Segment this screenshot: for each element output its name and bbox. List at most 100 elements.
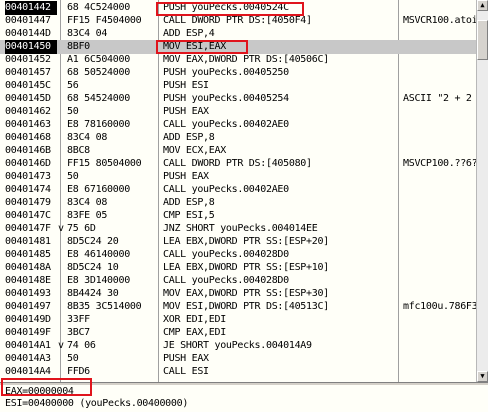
- jump-arrow: [58, 235, 67, 249]
- row-address: 0040149F: [5, 327, 51, 338]
- disasm-row[interactable]: 00401462 50 PUSH EAX: [0, 105, 476, 119]
- row-address: 00401481: [5, 236, 51, 247]
- row-address: 004014A3: [5, 353, 51, 364]
- jump-arrow: [58, 352, 67, 366]
- disasm-row[interactable]: 0040147F v 75 6D JNZ SHORT youPecks.004014E…: [0, 222, 476, 236]
- disasm-row[interactable]: 00401493 8B4424 30 MOV EAX,DWORD PTR SS:[E…: [0, 287, 476, 301]
- row-address: 00401493: [5, 288, 51, 299]
- disasm-row[interactable]: 00401497 8B35 3C514000 MOV ESI,DWORD PTR D…: [0, 300, 476, 314]
- row-comment: [403, 66, 476, 80]
- disasm-row[interactable]: 0040146B 8BC8 MOV ECX,EAX: [0, 144, 476, 158]
- row-hex-bytes: 68 54524000: [67, 93, 130, 104]
- disasm-row[interactable]: 0040145D 68 54524000 PUSH youPecks.0040525…: [0, 92, 476, 106]
- jump-arrow: [58, 14, 67, 28]
- row-hex-bytes: 8B35 3C514000: [67, 301, 142, 312]
- row-instruction: PUSH EAX: [163, 353, 209, 364]
- disasm-row[interactable]: 00401485 E8 46140000 CALL youPecks.004028D…: [0, 248, 476, 262]
- row-comment: [403, 1, 476, 15]
- row-address: 0040146D: [5, 158, 51, 169]
- disasm-row[interactable]: 0040148E E8 3D140000 CALL youPecks.004028D…: [0, 274, 476, 288]
- scroll-thumb[interactable]: [477, 20, 488, 60]
- row-comment: [403, 79, 476, 93]
- row-comment: [403, 40, 476, 54]
- row-address: 0040147F: [5, 223, 51, 234]
- row-comment: [403, 183, 476, 197]
- jump-arrow: [58, 326, 67, 340]
- scroll-up-button[interactable]: ▲: [477, 0, 488, 11]
- row-comment: [403, 170, 476, 184]
- vertical-scrollbar[interactable]: ▲ ▼: [476, 0, 488, 382]
- row-hex-bytes: 33FF: [67, 314, 90, 325]
- row-comment: mfc100u.786F3CE4: [403, 301, 476, 312]
- disasm-row[interactable]: 00401474 E8 67160000 CALL youPecks.00402AE…: [0, 183, 476, 197]
- row-address: 00401468: [5, 132, 51, 143]
- row-comment: [403, 326, 476, 340]
- row-address: 0040145C: [5, 80, 51, 91]
- disasm-row[interactable]: 0040149D 33FF XOR EDI,EDI: [0, 313, 476, 327]
- row-hex-bytes: 50: [67, 106, 79, 117]
- disasm-row[interactable]: 004014A1 v 74 06 JE SHORT youPecks.004014A9: [0, 339, 476, 353]
- row-comment: [403, 105, 476, 119]
- row-hex-bytes: 75 6D: [67, 223, 96, 234]
- jump-arrow: [58, 209, 67, 223]
- jump-arrow: [58, 157, 67, 171]
- disasm-row[interactable]: 0040149F 3BC7 CMP EAX,EDI: [0, 326, 476, 340]
- disasm-row[interactable]: 0040148A 8D5C24 10 LEA EBX,DWORD PTR SS:[E…: [0, 261, 476, 275]
- row-comment: [403, 352, 476, 366]
- row-comment: MSVCP100.??6?$basic: [403, 158, 476, 169]
- row-comment: ASCII "2 + 2 = ": [403, 93, 476, 104]
- info-esi: ESI=00400000 (youPecks.00400000): [5, 398, 189, 409]
- jump-arrow: [58, 196, 67, 210]
- disasm-row[interactable]: 0040144D 83C4 04 ADD ESP,4: [0, 27, 476, 41]
- row-comment: [403, 365, 476, 379]
- row-instruction: CALL DWORD PTR DS:[4050F4]: [163, 15, 312, 26]
- row-comment: [403, 144, 476, 158]
- row-comment: [403, 313, 476, 327]
- jump-arrow: [58, 105, 67, 119]
- jump-arrow: [58, 287, 67, 301]
- disasm-row[interactable]: 00401452 A1 6C504000 MOV EAX,DWORD PTR DS:…: [0, 53, 476, 67]
- row-hex-bytes: FF15 F4504000: [67, 15, 142, 26]
- row-hex-bytes: 74 06: [67, 340, 96, 351]
- row-address: 00401463: [5, 119, 51, 130]
- jump-arrow: [58, 144, 67, 158]
- row-address: 00401442: [5, 1, 57, 15]
- row-hex-bytes: E8 46140000: [67, 249, 130, 260]
- disassembly-pane[interactable]: 00401442 68 4C524000 PUSH youPecks.0040524…: [0, 0, 476, 382]
- disasm-row[interactable]: 0040145C 56 PUSH ESI: [0, 79, 476, 93]
- disasm-row[interactable]: 0040146D FF15 80504000 CALL DWORD PTR DS:[…: [0, 157, 476, 171]
- row-address: 00401450: [5, 40, 57, 54]
- row-address: 00401485: [5, 249, 51, 260]
- row-hex-bytes: 3BC7: [67, 327, 90, 338]
- row-comment: [403, 209, 476, 223]
- row-instruction: PUSH youPecks.00405254: [163, 93, 289, 104]
- jump-arrow: v: [58, 340, 64, 351]
- row-hex-bytes: A1 6C504000: [67, 54, 130, 65]
- disasm-row[interactable]: 00401468 83C4 08 ADD ESP,8: [0, 131, 476, 145]
- row-instruction: LEA EBX,DWORD PTR SS:[ESP+10]: [163, 262, 329, 273]
- jump-arrow: [58, 313, 67, 327]
- row-comment: [403, 222, 476, 236]
- jump-arrow: [58, 27, 67, 41]
- disasm-row[interactable]: 004014A4 FFD6 CALL ESI: [0, 365, 476, 379]
- row-address: 0040147C: [5, 210, 51, 221]
- row-hex-bytes: E8 67160000: [67, 184, 130, 195]
- jump-arrow: [58, 118, 67, 132]
- disasm-row[interactable]: 004014A3 50 PUSH EAX: [0, 352, 476, 366]
- disasm-row[interactable]: 00401463 E8 78160000 CALL youPecks.00402AE…: [0, 118, 476, 132]
- disasm-row[interactable]: 0040147C 83FE 05 CMP ESI,5: [0, 209, 476, 223]
- jump-arrow: [58, 40, 67, 54]
- disasm-row[interactable]: 00401447 FF15 F4504000 CALL DWORD PTR DS:[…: [0, 14, 476, 28]
- row-address: 00401452: [5, 54, 51, 65]
- disasm-row[interactable]: 00401457 68 50524000 PUSH youPecks.0040525…: [0, 66, 476, 80]
- disasm-row[interactable]: 00401479 83C4 08 ADD ESP,8: [0, 196, 476, 210]
- disasm-row[interactable]: 00401473 50 PUSH EAX: [0, 170, 476, 184]
- row-instruction: LEA EBX,DWORD PTR SS:[ESP+20]: [163, 236, 329, 247]
- scroll-down-icon: ▼: [480, 372, 485, 380]
- disasm-row[interactable]: 00401481 8D5C24 20 LEA EBX,DWORD PTR SS:[E…: [0, 235, 476, 249]
- row-instruction: PUSH EAX: [163, 171, 209, 182]
- row-comment: [403, 131, 476, 145]
- scroll-down-button[interactable]: ▼: [477, 371, 488, 382]
- row-comment: MSVCR100.atoi: [403, 15, 476, 26]
- row-hex-bytes: 83C4 04: [67, 28, 108, 39]
